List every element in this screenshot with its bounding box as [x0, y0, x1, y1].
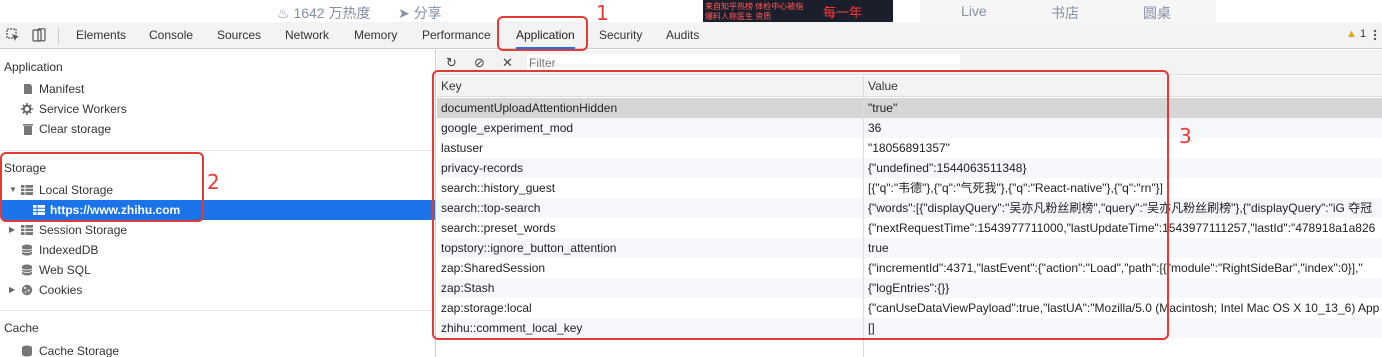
trash-icon — [23, 124, 33, 135]
annotation-number-1: 1 — [596, 1, 609, 25]
tab-performance[interactable]: Performance — [422, 22, 491, 49]
refresh-icon[interactable]: ↻ — [446, 55, 457, 71]
share-link[interactable]: ➤ 分享 — [398, 3, 442, 23]
tab-elements[interactable]: Elements — [76, 22, 126, 49]
tab-console[interactable]: Console — [149, 22, 193, 49]
flame-icon: ♨ — [277, 5, 290, 21]
device-toolbar-icon[interactable] — [32, 28, 46, 42]
annotation-number-2: 2 — [207, 170, 220, 194]
annotation-box-storage-table — [432, 70, 1169, 340]
ad-banner[interactable]: 来自知乎热榜 体检中心被指 爆料人称医生 资质 每一年 — [703, 0, 893, 22]
cookie-icon — [21, 284, 33, 296]
section-divider — [0, 310, 435, 311]
toolbar-divider — [58, 28, 59, 44]
nav-bookstore[interactable]: 书店 — [1051, 3, 1079, 23]
database-icon — [21, 244, 33, 256]
nav-live[interactable]: Live — [961, 3, 987, 19]
inspect-element-icon[interactable] — [6, 28, 20, 42]
sidebar-item-indexeddb[interactable]: IndexedDB — [0, 240, 435, 260]
expand-right-icon[interactable]: ▶ — [9, 220, 15, 240]
sidebar-item-cookies[interactable]: ▶ Cookies — [0, 280, 435, 300]
paper-plane-icon: ➤ — [398, 5, 410, 21]
page-strip: ♨ 1642 万热度 ➤ 分享 来自知乎热榜 体检中心被指 爆料人称医生 资质 … — [0, 0, 1382, 22]
sidebar-item-web-sql[interactable]: Web SQL — [0, 260, 435, 280]
warning-counter[interactable]: ▲ 1 — [1346, 28, 1366, 40]
sidebar-item-service-workers[interactable]: Service Workers — [0, 99, 435, 119]
section-title-application: Application — [4, 60, 63, 74]
devtools-toolbar: Elements Console Sources Network Memory … — [0, 22, 1382, 49]
annotation-box-application-tab — [497, 16, 588, 51]
warning-icon: ▲ — [1346, 28, 1357, 40]
database-icon — [22, 345, 32, 357]
annotation-box-local-storage — [0, 152, 204, 222]
database-icon — [21, 264, 33, 276]
sidebar-item-cache-storage[interactable]: Cache Storage — [0, 341, 435, 357]
tab-network[interactable]: Network — [285, 22, 329, 49]
more-options-icon[interactable] — [1372, 28, 1378, 42]
hot-count: ♨ 1642 万热度 — [277, 5, 371, 21]
tab-sources[interactable]: Sources — [217, 22, 261, 49]
sidebar-item-manifest[interactable]: Manifest — [0, 79, 435, 99]
sidebar-item-clear-storage[interactable]: Clear storage — [0, 119, 435, 139]
section-title-cache: Cache — [4, 321, 39, 335]
section-divider — [0, 150, 435, 151]
document-icon — [24, 84, 32, 94]
nav-roundtable[interactable]: 圆桌 — [1143, 3, 1171, 23]
grid-icon — [21, 225, 33, 235]
tab-security[interactable]: Security — [599, 22, 642, 49]
gear-icon — [21, 103, 33, 115]
tab-audits[interactable]: Audits — [666, 22, 699, 49]
sidebar-item-session-storage[interactable]: ▶ Session Storage — [0, 220, 435, 240]
annotation-number-3: 3 — [1179, 124, 1192, 148]
expand-right-icon[interactable]: ▶ — [9, 280, 15, 300]
delete-selected-icon[interactable]: ✕ — [502, 55, 513, 71]
tab-memory[interactable]: Memory — [354, 22, 397, 49]
clear-all-icon[interactable]: ⊘ — [474, 55, 485, 71]
